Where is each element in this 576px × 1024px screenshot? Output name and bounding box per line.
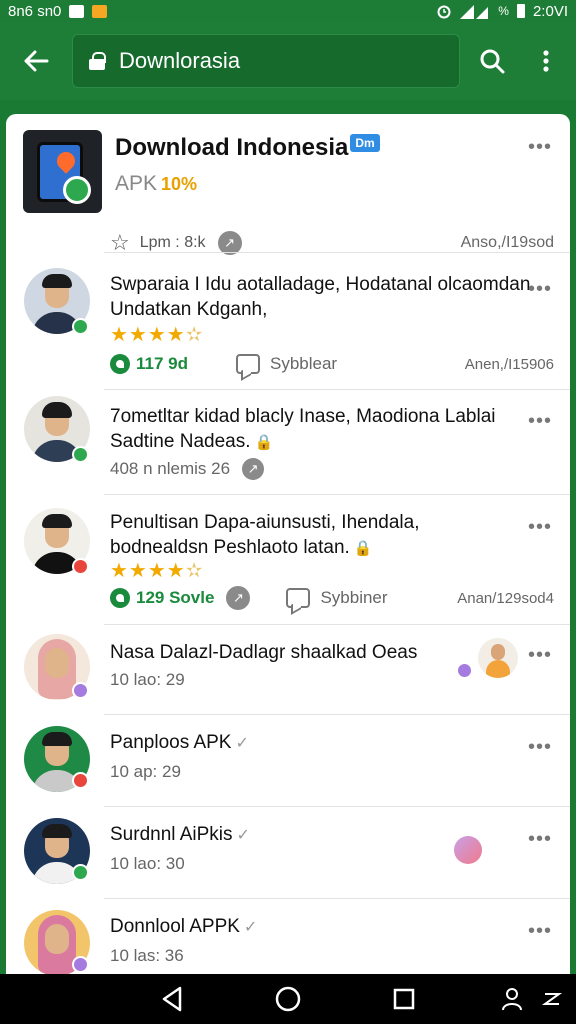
search-icon — [480, 49, 505, 74]
battery-icon — [516, 4, 525, 18]
content-card: Download Indonesia Dm APK 10% ••• ☆ Lpm : … — [6, 114, 570, 974]
mini-avatar[interactable] — [478, 638, 518, 678]
clock: 2:0VI — [532, 2, 568, 20]
item-title: Panploos APK ✓ — [110, 732, 249, 753]
url-bar[interactable]: Downlorasia — [72, 34, 460, 88]
item-stats: 10 las: 36 — [110, 946, 554, 966]
app-logo[interactable] — [23, 130, 102, 213]
item-more-button[interactable]: ••• — [528, 828, 552, 851]
app-subtitle: APK 10% — [115, 172, 198, 195]
status-badge — [72, 956, 89, 973]
back-arrow-icon — [24, 50, 49, 72]
nav-accessibility-button[interactable] — [492, 979, 532, 1019]
item-date: Anen,/I15906 — [464, 355, 554, 373]
lock-badge-icon: 🔒 — [353, 540, 373, 557]
item-title: 7ometltar kidad blacly Inase, Maodiona L… — [110, 406, 496, 452]
comment-button[interactable]: Sybblear — [236, 354, 337, 374]
item-stats: 129 Sovle ↗ Sybbiner Anan/129sod4 — [110, 586, 554, 610]
nav-keyboard-button[interactable] — [534, 979, 570, 1019]
app-header: Download Indonesia Dm APK 10% ••• ☆ Lpm : … — [6, 130, 570, 255]
comment-icon — [236, 354, 260, 374]
item-meta: 10 las: 36 — [110, 946, 184, 965]
reaction-icon[interactable] — [454, 836, 482, 864]
item-meta: 10 lao: 30 — [110, 854, 185, 873]
signal-icon — [460, 5, 489, 19]
app-tag: Dm — [350, 134, 380, 152]
item-more-button[interactable]: ••• — [528, 278, 552, 301]
rating-stars: ★★★★✫ — [110, 324, 204, 346]
item-more-button[interactable]: ••• — [528, 516, 552, 539]
status-left-text: 8n6 sn0 — [8, 2, 62, 20]
item-title: Penultisan Dapa-aiunsusti, Ihendala, bod… — [110, 512, 420, 558]
status-badge — [72, 772, 89, 789]
alarm-icon — [437, 5, 451, 19]
like-count[interactable]: 117 9d — [110, 354, 188, 374]
item-meta: 10 ap: 29 — [110, 762, 181, 781]
item-more-button[interactable]: ••• — [528, 920, 552, 943]
status-bar: 8n6 sn0 % 2:0VI — [0, 0, 576, 22]
nav-recents-button[interactable] — [384, 979, 424, 1019]
item-title: Donnlool APPK ✓ — [110, 916, 258, 937]
verified-hand-icon: ✓ — [235, 735, 249, 752]
comment-button[interactable]: Sybbiner — [286, 588, 388, 608]
item-more-button[interactable]: ••• — [528, 644, 552, 667]
system-nav-bar — [0, 974, 576, 1024]
lock-badge-icon: 🔒 — [254, 434, 274, 451]
verified-hand-icon: ✓ — [236, 827, 250, 844]
battery-percent: % — [498, 4, 509, 18]
nav-home-button[interactable] — [268, 979, 308, 1019]
item-title: Nasa Dalazl-Dadlagr shaalkad Oeas — [110, 642, 418, 663]
item-more-button[interactable]: ••• — [528, 736, 552, 759]
status-badge — [72, 558, 89, 575]
status-badge — [72, 682, 89, 699]
app-bar: Downlorasia — [0, 22, 576, 100]
item-title: Swparaia I Idu aotalladage, Hodatanal ol… — [110, 274, 531, 320]
item-stats: 10 ap: 29 — [110, 762, 554, 782]
like-count[interactable]: 129 Sovle — [110, 588, 214, 608]
app-meta-right: Anso,/I19sod — [460, 234, 554, 251]
app-meta-left: Lpm : 8:k — [139, 234, 206, 251]
item-stats: 408 n nlemis 26 ↗ — [110, 458, 554, 480]
heart-icon — [110, 588, 130, 608]
app-notification-icon — [92, 4, 108, 18]
online-badge — [72, 446, 89, 463]
back-button[interactable] — [14, 39, 58, 83]
app-percent: 10% — [161, 174, 198, 194]
heart-icon — [110, 354, 130, 374]
home-nav-icon — [275, 986, 301, 1012]
item-meta: 408 n nlemis 26 — [110, 459, 231, 478]
share-icon[interactable]: ↗ — [226, 586, 251, 610]
item-stats: 10 lao: 30 — [110, 854, 554, 874]
app-more-button[interactable]: ••• — [528, 136, 552, 159]
lock-icon — [89, 52, 106, 70]
search-button[interactable] — [476, 41, 508, 81]
status-badge — [456, 662, 473, 679]
item-title: Surdnnl AiPkis ✓ — [110, 824, 250, 845]
app-title: Download Indonesia Dm — [115, 134, 380, 162]
online-badge — [72, 318, 89, 335]
item-meta: 10 lao: 29 — [110, 670, 185, 689]
overflow-menu-button[interactable] — [530, 41, 562, 81]
item-date: Anan/129sod4 — [457, 589, 554, 607]
item-stats: 117 9d Sybblear Anen,/I15906 — [110, 354, 554, 374]
rating-stars: ★★★★✫ — [110, 560, 204, 582]
online-badge — [72, 864, 89, 881]
item-more-button[interactable]: ••• — [528, 410, 552, 433]
url-text: Downlorasia — [119, 48, 241, 73]
keyboard-toggle-icon — [541, 993, 563, 1005]
back-nav-icon — [162, 986, 182, 1012]
share-icon[interactable]: ↗ — [242, 458, 265, 480]
notification-icon — [69, 4, 85, 18]
accessibility-icon — [502, 988, 522, 1011]
nav-back-button[interactable] — [152, 979, 192, 1019]
verified-hand-icon: ✓ — [243, 919, 258, 936]
kebab-menu-icon — [543, 50, 549, 72]
comment-icon — [286, 588, 311, 608]
verified-shield-icon — [63, 176, 91, 204]
recents-nav-icon — [393, 988, 415, 1010]
